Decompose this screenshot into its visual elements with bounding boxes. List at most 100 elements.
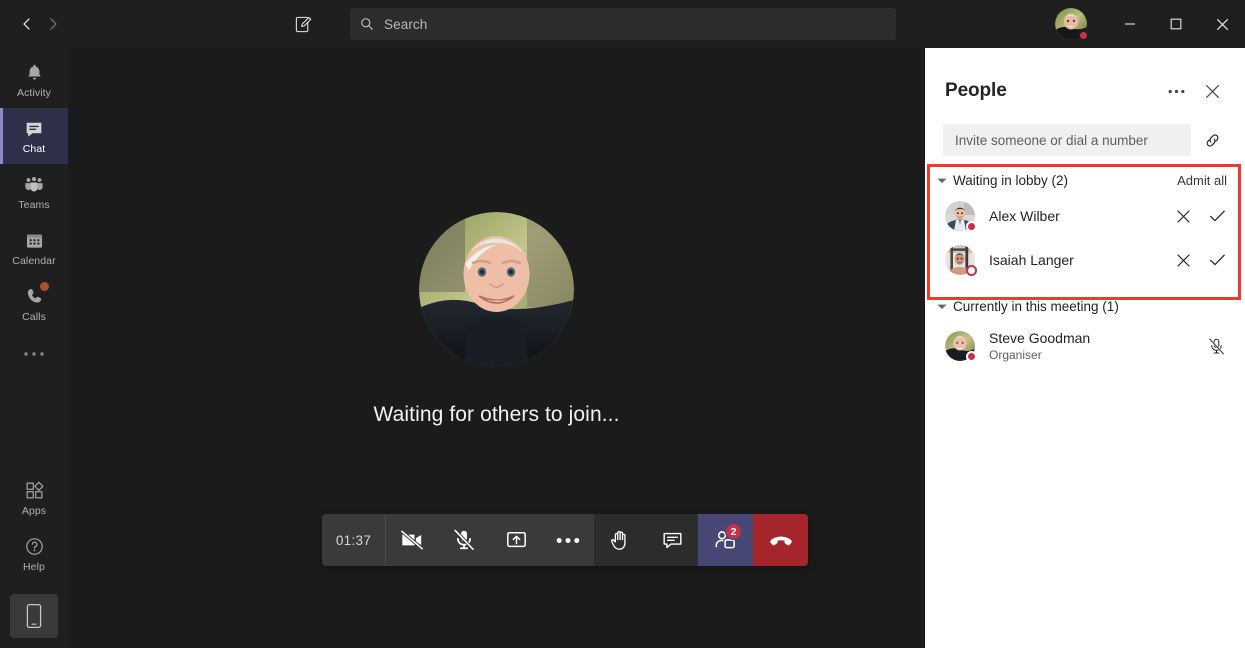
mic-off-icon [452,528,476,552]
avatar [945,331,975,361]
page-title: People [945,80,1007,102]
list-item-actions [1201,331,1231,361]
control-group-secondary: 2 [594,514,753,566]
close-icon [1176,209,1191,224]
sidebar-more-options[interactable] [0,332,68,376]
ellipsis-icon [556,537,580,544]
list-item[interactable]: Alex Wilber [925,194,1245,238]
meeting-control-bar: 01:37 [322,514,808,566]
participants-badge: 2 [725,523,742,540]
invite-input[interactable]: Invite someone or dial a number [943,124,1191,156]
stage-avatar [419,212,574,367]
window-controls-group [1055,0,1245,48]
deny-button[interactable] [1169,246,1197,274]
sidebar-item-label: Teams [18,199,49,211]
admit-button[interactable] [1203,246,1231,274]
section-header: Waiting in lobby (2) Admit all [925,166,1245,194]
hangup-button[interactable] [753,514,808,566]
mic-off-icon [1207,337,1226,356]
deny-button[interactable] [1169,202,1197,230]
search-input[interactable]: Search [350,8,896,40]
close-icon [1176,253,1191,268]
stage-content: Waiting for others to join... [373,212,619,427]
raise-hand-icon [609,529,632,552]
app-rail: Activity Chat [0,48,68,648]
mobile-device-icon[interactable] [10,594,58,638]
forward-arrow-icon[interactable] [40,11,66,37]
bell-icon [24,62,45,84]
help-circle-icon [24,536,45,558]
sidebar-item-chat[interactable]: Chat [0,108,68,164]
sidebar-item-help[interactable]: Help [0,526,68,582]
minimize-button[interactable] [1107,0,1153,48]
mic-muted-indicator[interactable] [1201,331,1231,361]
search-placeholder: Search [384,17,427,32]
back-arrow-icon[interactable] [14,11,40,37]
admit-all-button[interactable]: Admit all [1177,173,1227,188]
panel-close-button[interactable] [1197,76,1227,106]
teams-window: Search [0,0,1245,648]
sidebar-item-calendar[interactable]: Calendar [0,220,68,276]
checkmark-icon [1209,209,1226,223]
sidebar-bottom-group: Apps Help [0,470,68,648]
panel-header-actions [1161,76,1227,106]
sidebar-item-label: Activity [17,87,51,99]
list-item[interactable]: Isaiah Langer [925,238,1245,282]
camera-off-icon [400,528,424,552]
sidebar-item-label: Calendar [12,255,55,267]
section-waiting-in-lobby: Waiting in lobby (2) Admit all [925,166,1245,282]
meeting-timer: 01:37 [322,514,386,566]
list-item-actions [1169,202,1231,230]
copy-link-icon [1203,131,1222,150]
presence-busy-dot [966,351,977,362]
section-title: Currently in this meeting (1) [953,299,1119,314]
chat-bubble-icon [661,529,684,552]
show-participants-button[interactable]: 2 [698,514,753,566]
teams-people-icon [23,174,45,196]
raise-hand-button[interactable] [594,514,646,566]
meeting-chat-button[interactable] [646,514,698,566]
sidebar-item-calls[interactable]: Calls [0,276,68,332]
panel-header: People [925,48,1245,106]
list-item-text: Alex Wilber [989,208,1060,225]
close-button[interactable] [1199,0,1245,48]
maximize-button[interactable] [1153,0,1199,48]
sidebar-item-label: Apps [22,505,46,517]
sidebar-item-teams[interactable]: Teams [0,164,68,220]
avatar [945,245,975,275]
checkmark-icon [1209,253,1226,267]
list-item-actions [1169,246,1231,274]
new-chat-icon[interactable] [286,7,320,41]
chevron-down-icon[interactable] [933,303,951,310]
avatar[interactable] [1055,8,1087,40]
waiting-message: Waiting for others to join... [373,403,619,427]
more-actions-button[interactable] [542,514,594,566]
sidebar-item-apps[interactable]: Apps [0,470,68,526]
search-icon [360,17,374,31]
panel-more-options-button[interactable] [1161,76,1191,106]
list-item[interactable]: Steve Goodman Organiser [925,320,1245,372]
admit-button[interactable] [1203,202,1231,230]
sidebar-item-activity[interactable]: Activity [0,52,68,108]
list-item-text: Steve Goodman Organiser [989,330,1090,363]
people-panel: People [925,48,1245,648]
ellipsis-icon [1168,89,1185,94]
share-screen-button[interactable] [490,514,542,566]
app-body: Activity Chat [0,48,1245,648]
chevron-down-icon[interactable] [933,177,951,184]
sidebar-item-label: Help [23,561,45,573]
control-group-primary: 01:37 [322,514,594,566]
presence-out-of-office-dot [966,265,977,276]
copy-link-button[interactable] [1197,125,1227,155]
search-container: Search [350,8,896,40]
camera-off-button[interactable] [386,514,438,566]
participant-role: Organiser [989,348,1090,363]
calendar-icon [24,230,45,252]
apps-icon [24,480,45,502]
invite-row: Invite someone or dial a number [925,106,1245,156]
hangup-phone-icon [768,527,794,553]
mic-off-button[interactable] [438,514,490,566]
participant-name: Isaiah Langer [989,252,1074,269]
share-screen-icon [505,529,528,552]
section-title: Waiting in lobby (2) [953,173,1068,188]
